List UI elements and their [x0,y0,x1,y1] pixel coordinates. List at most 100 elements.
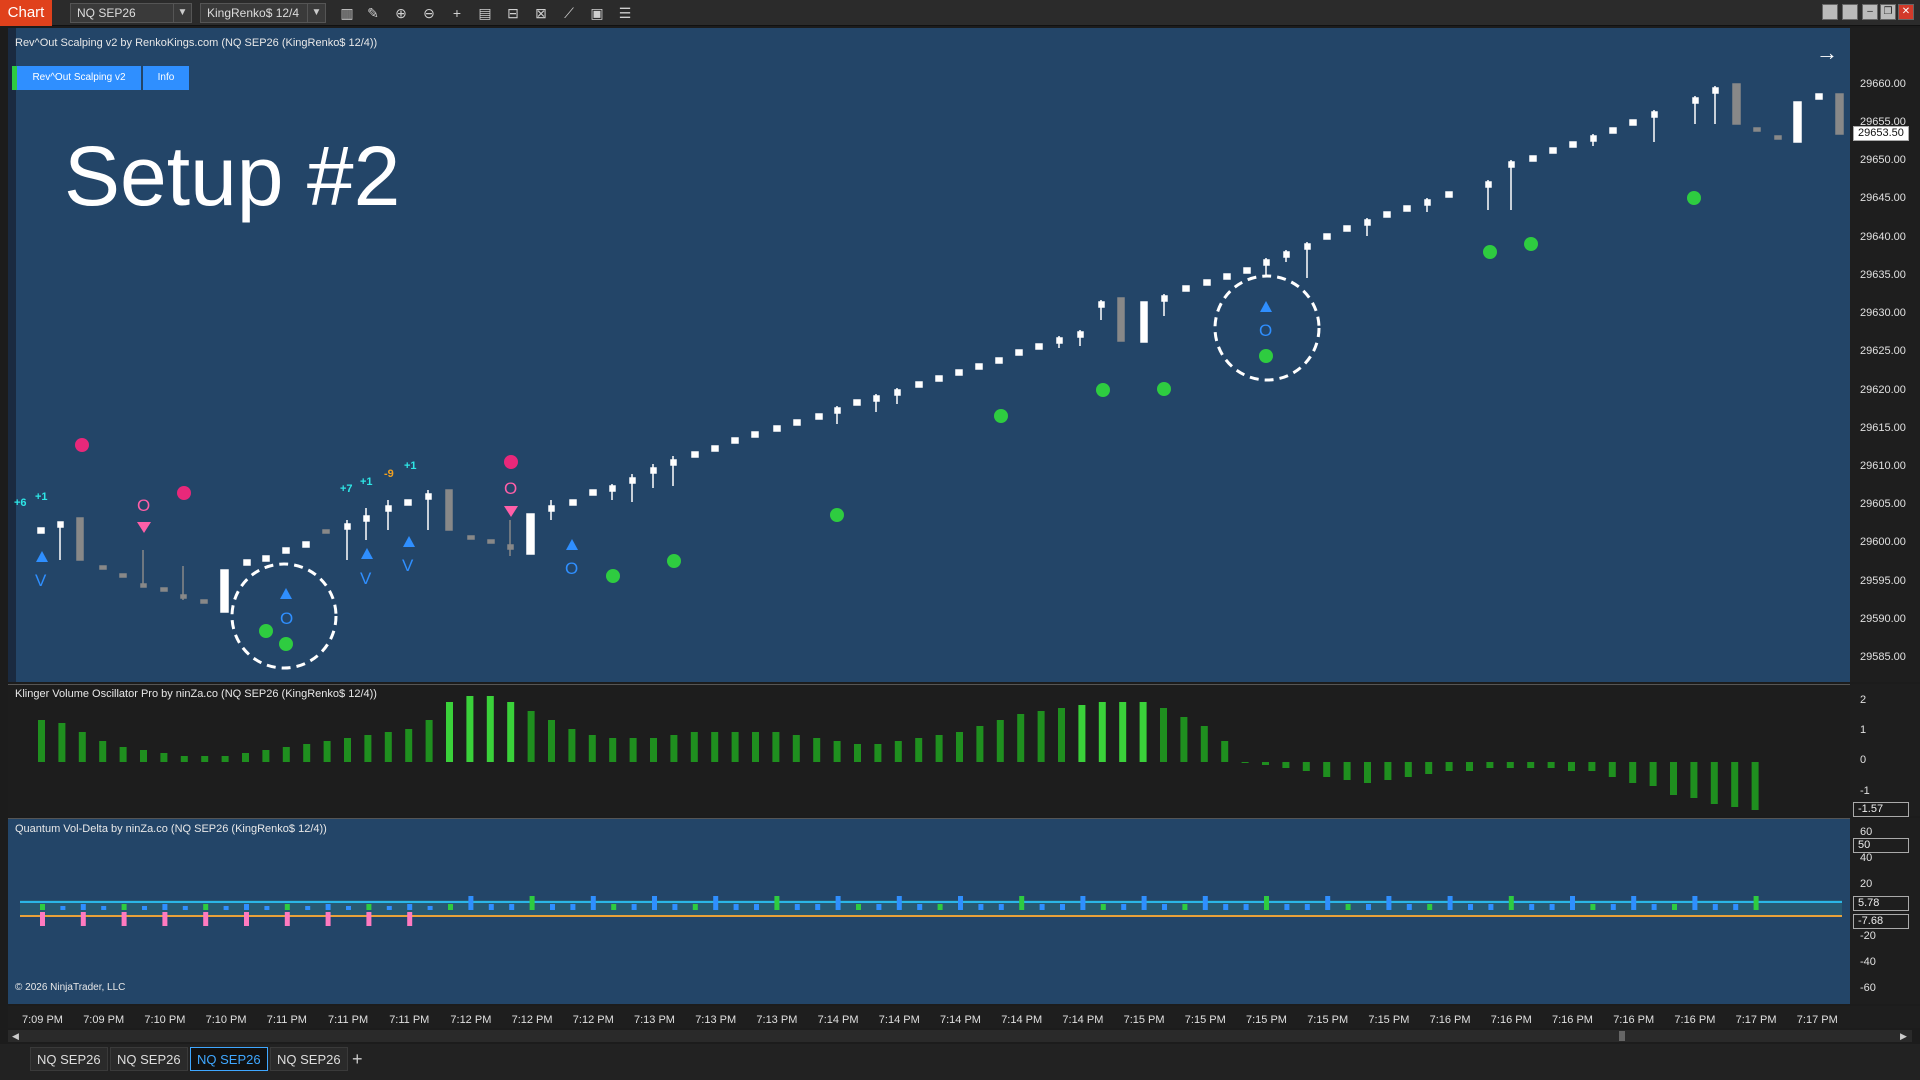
price-tick: 29610.00 [1860,460,1906,472]
time-tick: 7:16 PM [1674,1014,1716,1026]
delta-bar [1610,904,1616,910]
time-tick: 7:12 PM [572,1014,614,1026]
bull-dot [1687,191,1701,205]
bull-dot [1096,383,1110,397]
delta-bar [509,904,515,910]
delta-bar [1386,896,1392,910]
klinger-bar [384,732,392,762]
delta-bar [1692,896,1698,910]
klinger-bar [160,753,168,762]
klinger-bar [221,756,229,762]
delta-bar [1243,904,1249,910]
price-tick: 29615.00 [1860,422,1906,434]
pnl-label: +1 [35,491,48,503]
delta-bar [244,904,249,910]
delta-bar [223,906,229,910]
add-tab-icon[interactable]: + [352,1047,363,1071]
renko-bar [711,445,719,452]
klinger-bar [78,732,86,762]
time-tick: 7:12 PM [511,1014,553,1026]
klinger-bar [1404,762,1412,777]
bull-dot [259,624,273,638]
klinger-bar [282,747,290,762]
time-tick: 7:13 PM [695,1014,737,1026]
delta-bar [529,896,535,910]
klinger-bar [813,738,821,762]
delta-bar [1100,904,1106,910]
renko-bar [609,485,616,492]
bull-dot [830,508,844,522]
delta-bar [978,904,984,910]
delta-bar [733,904,739,910]
klinger-bar [568,729,576,762]
delta-bar [856,904,861,910]
renko-bar [200,599,208,604]
renko-bar [853,399,861,406]
delta-bar [1060,904,1065,910]
renko-bar [935,375,943,382]
tab-chart-3[interactable]: NQ SEP26 [190,1047,268,1071]
renko-bar [385,505,392,512]
buy-triangle [1260,301,1272,312]
renko-bar [1485,181,1492,188]
tab-chart-2[interactable]: NQ SEP26 [110,1047,188,1071]
klinger-bar [1058,708,1065,762]
renko-bar [526,513,535,555]
delta-bar [631,904,637,910]
delta-bar [162,904,168,910]
delta-bar [570,904,576,910]
time-tick: 7:16 PM [1613,1014,1655,1026]
scroll-right-icon[interactable]: ▶ [1900,1031,1907,1042]
pnl-label: -9 [384,468,394,480]
klinger-bar [1425,762,1433,774]
renko-bar [1732,83,1741,125]
bull-dot [1524,237,1538,251]
delta-bar [346,906,351,910]
klinger-bar [752,732,759,762]
klinger-bar [262,750,270,762]
renko-bar [262,555,270,562]
scroll-thumb[interactable] [1619,1031,1625,1041]
delta-tick: 60 [1860,826,1873,838]
delta-bar [1284,904,1290,910]
klinger-bar [303,744,311,762]
renko-bar [1549,147,1557,154]
delta-bar [488,904,494,910]
renko-bar [1712,87,1719,94]
klinger-tick: 1 [1860,724,1867,736]
renko-bar [548,505,555,512]
price-tick: 29585.00 [1860,651,1906,663]
renko-bar [1692,97,1699,104]
renko-bar [180,594,187,599]
klinger-bar [792,735,800,762]
delta-bar [1182,904,1188,910]
delta-bar [40,904,45,910]
renko-bar [589,489,597,496]
renko-bar [1283,251,1290,258]
delta-bar [1121,904,1127,910]
klinger-bar [1180,717,1188,762]
delta-bar [958,896,963,910]
price-tick: 29635.00 [1860,269,1906,281]
klinger-bar [956,732,963,762]
delta-bar [754,904,759,910]
delta-bar [917,904,923,910]
klinger-bar [1547,762,1555,768]
renko-bar [302,541,310,548]
klinger-bar [1670,762,1677,795]
delta-bar [203,904,209,910]
scroll-left-icon[interactable]: ◀ [12,1031,19,1042]
renko-bar [363,515,370,522]
klinger-bar [711,732,719,762]
tab-chart-4[interactable]: NQ SEP26 [270,1047,348,1071]
horizontal-scrollbar[interactable] [8,1030,1912,1042]
renko-bar [1383,211,1391,218]
delta-bar [1631,896,1637,910]
renko-bar [1182,285,1190,292]
klinger-bar [894,741,902,762]
klinger-bar [38,720,45,762]
delta-bar [1590,904,1596,910]
klinger-bar [1445,762,1453,771]
tab-chart-1[interactable]: NQ SEP26 [30,1047,108,1071]
delta-flag: -7.68 [1853,914,1909,929]
